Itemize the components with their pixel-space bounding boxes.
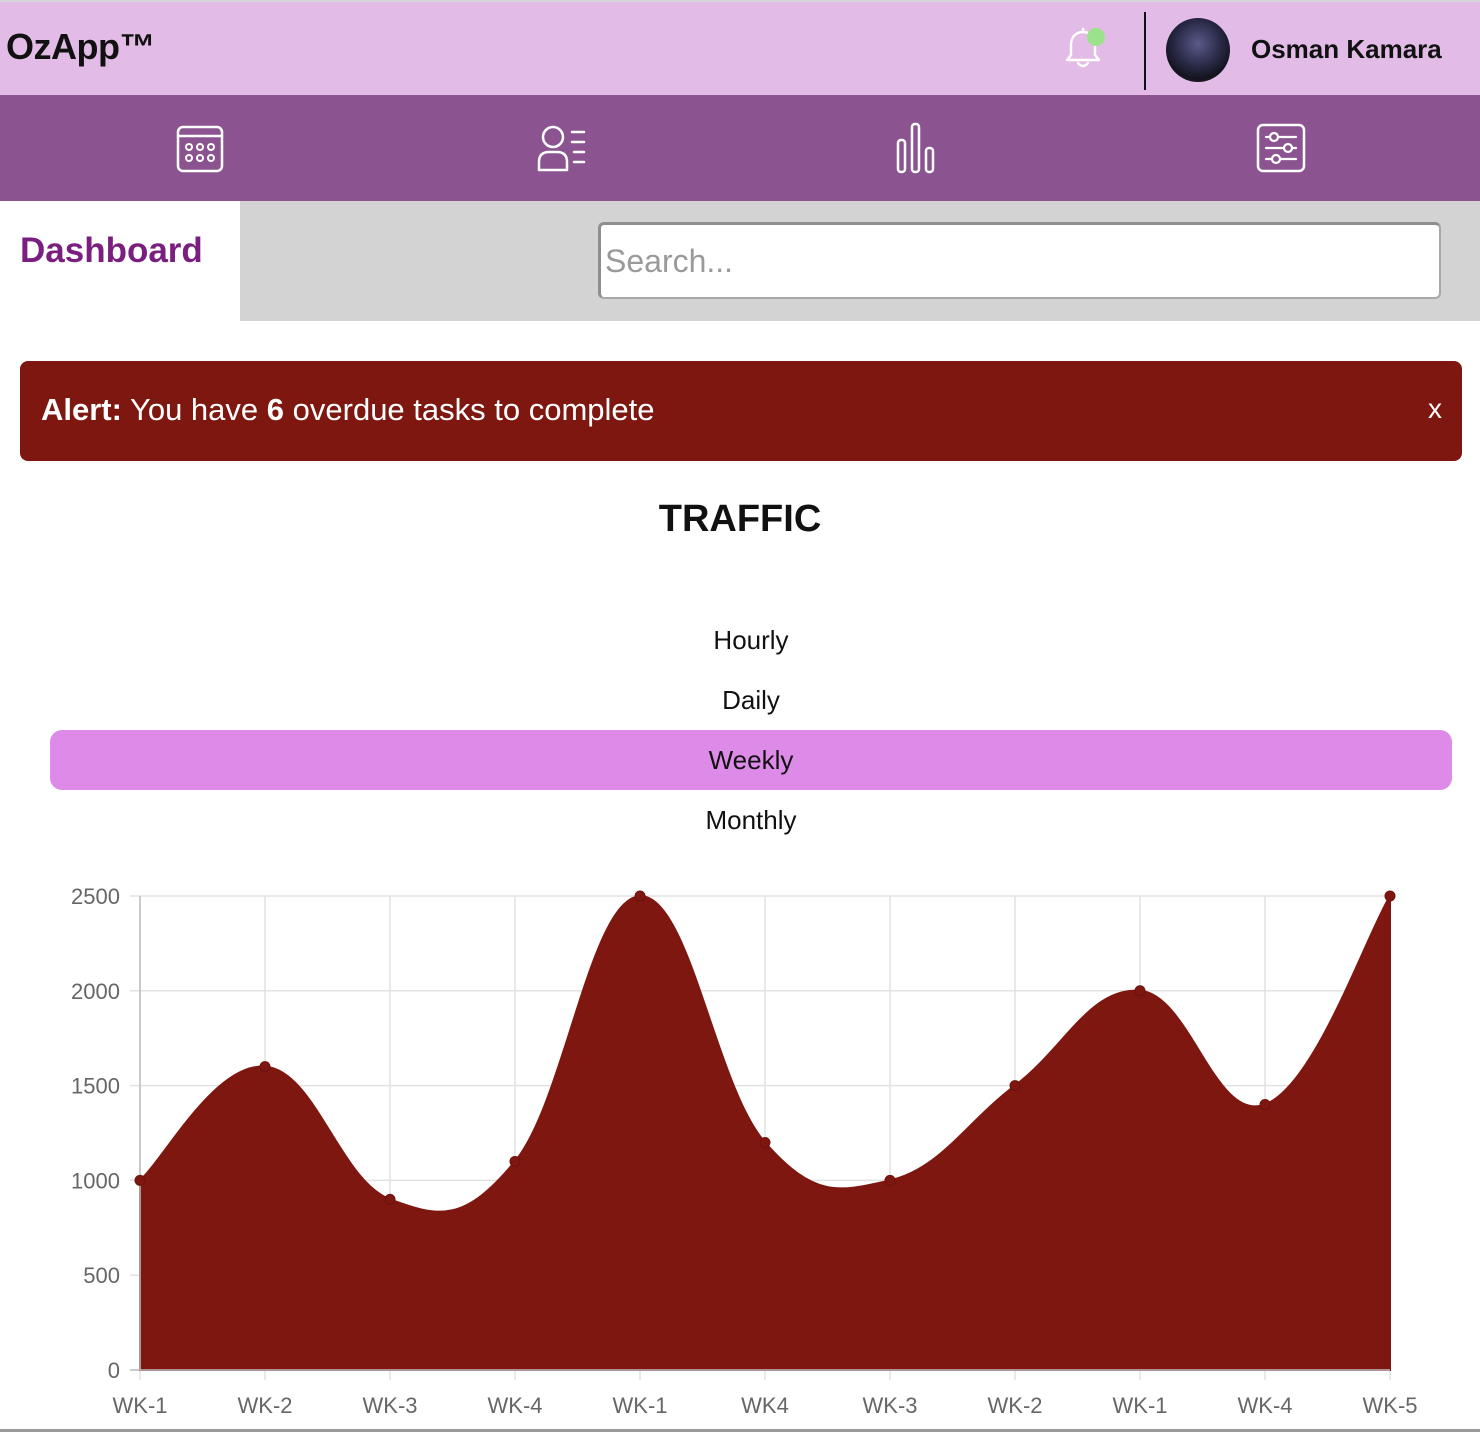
nav-item-settings[interactable] (1096, 95, 1466, 201)
data-point (134, 1174, 146, 1186)
period-monthly[interactable]: Monthly (50, 790, 1452, 850)
alert-text-after: overdue tasks to complete (284, 392, 655, 427)
y-tick-label: 2500 (71, 884, 120, 909)
main-nav (0, 95, 1480, 201)
nav-item-users[interactable] (377, 95, 747, 201)
alert-count: 6 (266, 392, 285, 427)
x-tick-label: WK-4 (1238, 1393, 1293, 1418)
search-input[interactable] (598, 222, 1441, 299)
data-point (634, 890, 646, 902)
alert-text-before: You have (121, 392, 267, 427)
notification-dot (1087, 28, 1105, 46)
x-tick-label: WK-1 (613, 1393, 668, 1418)
user-list-icon (537, 125, 586, 172)
x-tick-label: WK-4 (488, 1393, 543, 1418)
data-point (759, 1136, 771, 1148)
settings-sliders-icon (1256, 123, 1306, 173)
user-name[interactable]: Osman Kamara (1251, 34, 1442, 65)
nav-item-calendar[interactable] (15, 95, 385, 201)
traffic-chart: 0 500 1000 1500 2000 2500 WK-1 WK-2 WK-3 WK-4 WK-1… (71, 884, 1418, 1418)
y-tick-label: 0 (108, 1358, 120, 1383)
data-point (259, 1061, 271, 1073)
x-tick-label: WK-3 (863, 1393, 918, 1418)
page-title: Dashboard (20, 231, 203, 270)
period-weekly[interactable]: Weekly (50, 730, 1452, 790)
alert-close-button[interactable]: x (1428, 393, 1442, 425)
y-tick-label: 1500 (71, 1074, 120, 1099)
data-point (1259, 1099, 1271, 1111)
x-tick-label: WK-1 (1113, 1393, 1168, 1418)
data-point (1134, 985, 1146, 997)
x-tick-label: WK4 (741, 1393, 789, 1418)
traffic-period-list: Hourly Daily Weekly Monthly (50, 610, 1452, 850)
data-point (509, 1155, 521, 1167)
x-tick-label: WK-2 (238, 1393, 293, 1418)
period-hourly[interactable]: Hourly (50, 610, 1452, 670)
nav-item-charts[interactable] (731, 95, 1101, 201)
dashboard-tab: Dashboard (0, 201, 240, 321)
app-logo[interactable]: OzApp™ (6, 26, 155, 68)
y-tick-label: 1000 (71, 1168, 120, 1193)
avatar[interactable] (1166, 18, 1230, 82)
app-header: OzApp™ Osman Kamara (0, 0, 1480, 95)
x-tick-label: WK-3 (363, 1393, 418, 1418)
alert-message: Alert: You have 6 overdue tasks to compl… (41, 392, 655, 428)
data-point (384, 1193, 396, 1205)
y-tick-label: 2000 (71, 979, 120, 1004)
x-tick-label: WK-2 (988, 1393, 1043, 1418)
bar-chart-icon (896, 122, 935, 174)
data-point (884, 1174, 896, 1186)
x-tick-label: WK-1 (113, 1393, 168, 1418)
calendar-icon (176, 125, 224, 173)
traffic-title: TRAFFIC (658, 498, 822, 540)
period-daily[interactable]: Daily (50, 670, 1452, 730)
x-tick-label: WK-5 (1363, 1393, 1418, 1418)
data-point (1384, 890, 1396, 902)
y-tick-label: 500 (83, 1263, 120, 1288)
alert-label: Alert: (41, 392, 122, 427)
alert-banner: Alert: You have 6 overdue tasks to compl… (20, 361, 1462, 461)
data-point (1009, 1080, 1021, 1092)
header-divider (1144, 12, 1146, 90)
